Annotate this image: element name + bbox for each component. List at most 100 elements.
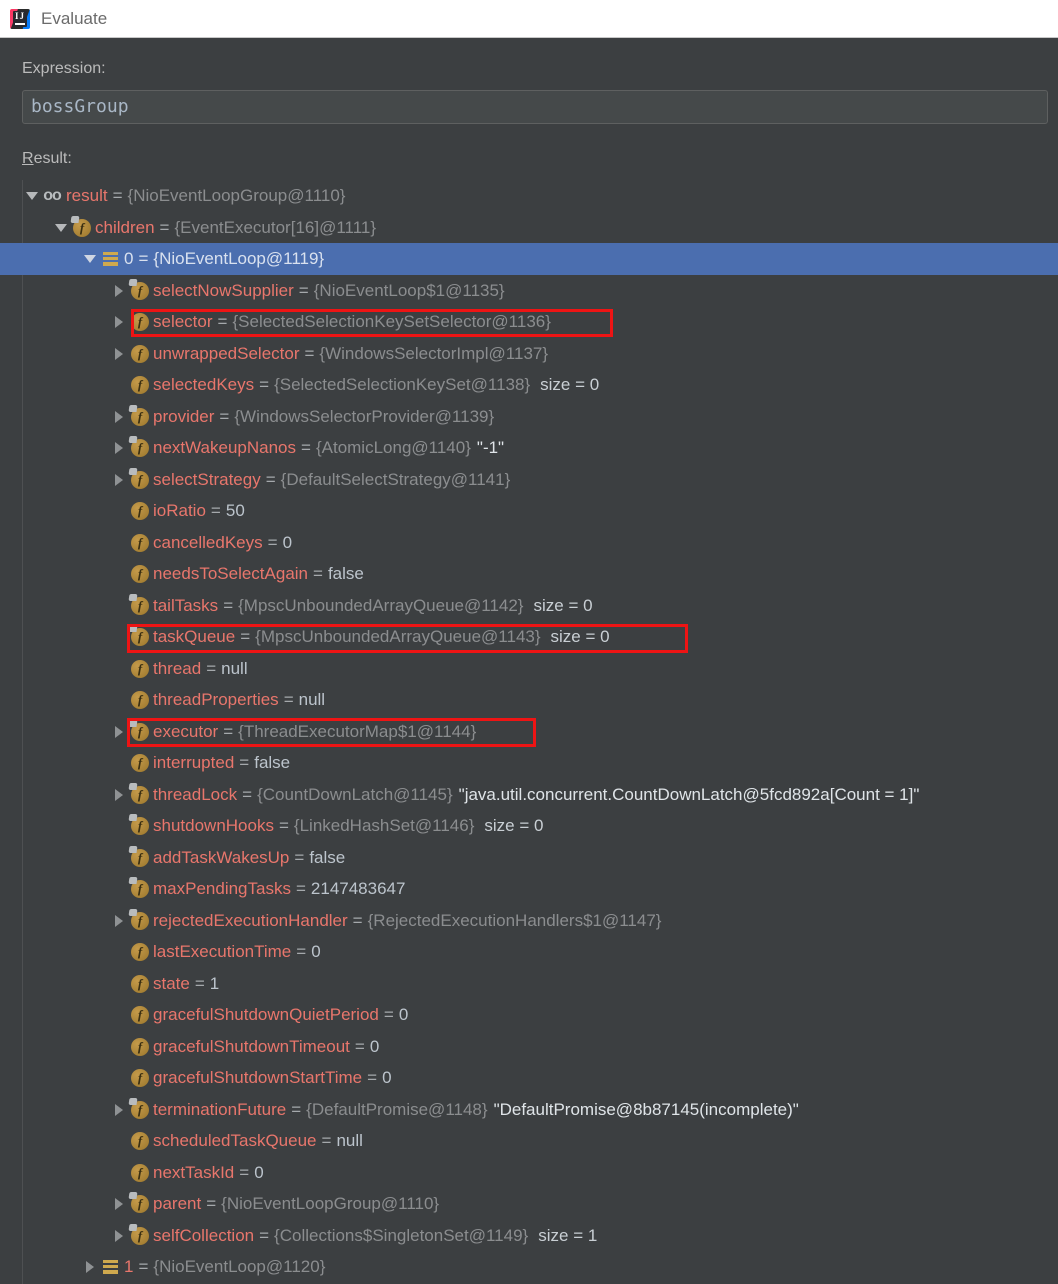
tree-arrow-spacer — [111, 1125, 128, 1157]
tree-row[interactable]: nextWakeupNanos={AtomicLong@1140} "-1" — [0, 432, 1058, 464]
chevron-right-icon[interactable] — [111, 1188, 128, 1220]
chevron-right-icon[interactable] — [111, 1220, 128, 1252]
tree-row-equals: = — [367, 1068, 378, 1087]
tree-row-equals: = — [217, 312, 228, 331]
tree-row[interactable]: tailTasks={MpscUnboundedArrayQueue@1142}… — [0, 590, 1058, 622]
tree-row[interactable]: cancelledKeys=0 — [0, 527, 1058, 559]
tree-row-equals: = — [283, 690, 294, 709]
tree-row[interactable]: gracefulShutdownTimeout=0 — [0, 1031, 1058, 1063]
watch-icon — [41, 180, 63, 212]
result-label-text: esult: — [33, 150, 72, 167]
chevron-right-icon[interactable] — [111, 401, 128, 433]
tree-row-name: 0 — [124, 249, 134, 268]
chevron-right-icon[interactable] — [111, 779, 128, 811]
expression-input[interactable]: bossGroup — [22, 90, 1048, 124]
tree-row-string-value: "java.util.concurrent.CountDownLatch@5fc… — [458, 784, 920, 804]
result-tree[interactable]: result={NioEventLoopGroup@1110}children=… — [0, 180, 1058, 1284]
chevron-right-icon[interactable] — [111, 432, 128, 464]
chevron-right-icon[interactable] — [82, 1251, 99, 1283]
tree-row-value: 0 — [369, 1036, 380, 1056]
tree-row[interactable]: gracefulShutdownQuietPeriod=0 — [0, 999, 1058, 1031]
field-final-icon — [128, 432, 150, 464]
tree-row-equals: = — [138, 1257, 149, 1276]
tree-row[interactable]: selectedKeys={SelectedSelectionKeySet@11… — [0, 369, 1058, 401]
array-element-icon — [99, 1251, 121, 1283]
tree-row-equals: = — [259, 375, 270, 394]
chevron-down-icon[interactable] — [24, 180, 41, 212]
tree-row-name: lastExecutionTime — [153, 942, 292, 961]
tree-row[interactable]: terminationFuture={DefaultPromise@1148}"… — [0, 1094, 1058, 1126]
tree-row-equals: = — [259, 1225, 270, 1245]
tree-row[interactable]: selectStrategy={DefaultSelectStrategy@11… — [0, 464, 1058, 496]
field-icon — [128, 684, 150, 716]
tree-row[interactable]: result={NioEventLoopGroup@1110} — [0, 180, 1058, 212]
tree-row[interactable]: maxPendingTasks=2147483647 — [0, 873, 1058, 905]
tree-row-name: selectStrategy — [153, 469, 261, 489]
tree-row[interactable]: addTaskWakesUp=false — [0, 842, 1058, 874]
tree-row[interactable]: threadProperties=null — [0, 684, 1058, 716]
tree-row-equals: = — [294, 847, 305, 867]
chevron-right-icon[interactable] — [111, 1094, 128, 1126]
tree-row-name: nextWakeupNanos — [153, 438, 297, 457]
chevron-right-icon[interactable] — [111, 306, 128, 338]
tree-row[interactable]: needsToSelectAgain=false — [0, 558, 1058, 590]
tree-row[interactable]: gracefulShutdownStartTime=0 — [0, 1062, 1058, 1094]
tree-row-type: {NioEventLoop@1119} — [153, 249, 325, 268]
tree-row[interactable]: selfCollection={Collections$SingletonSet… — [0, 1220, 1058, 1252]
tree-arrow-spacer — [111, 590, 128, 622]
field-icon — [128, 1062, 150, 1094]
chevron-right-icon[interactable] — [111, 464, 128, 496]
tree-row[interactable]: provider={WindowsSelectorProvider@1139} — [0, 401, 1058, 433]
tree-arrow-spacer — [111, 558, 128, 590]
field-icon — [128, 936, 150, 968]
tree-row-name: nextTaskId — [153, 1162, 235, 1182]
tree-row[interactable]: children={EventExecutor[16]@1111} — [0, 212, 1058, 244]
tree-row[interactable]: executor={ThreadExecutorMap$1@1144} — [0, 716, 1058, 748]
tree-row[interactable]: selector={SelectedSelectionKeySetSelecto… — [0, 306, 1058, 338]
tree-row-equals: = — [210, 501, 221, 520]
field-final-icon — [128, 464, 150, 496]
field-icon — [128, 527, 150, 559]
tree-row[interactable]: threadLock={CountDownLatch@1145}"java.ut… — [0, 779, 1058, 811]
chevron-down-icon[interactable] — [53, 212, 70, 244]
tree-row-equals: = — [291, 1099, 302, 1119]
result-label: Result: — [22, 150, 72, 168]
tree-row[interactable]: unwrappedSelector={WindowsSelectorImpl@1… — [0, 338, 1058, 370]
tree-row[interactable]: ioRatio=50 — [0, 495, 1058, 527]
tree-row[interactable]: selectNowSupplier={NioEventLoop$1@1135} — [0, 275, 1058, 307]
tree-row-name: interrupted — [153, 753, 235, 772]
field-final-icon — [128, 1220, 150, 1252]
tree-arrow-spacer — [111, 369, 128, 401]
tree-row-value: 0 — [398, 1005, 409, 1024]
tree-row[interactable]: 0 = {NioEventLoop@1119} — [0, 243, 1058, 275]
tree-row-name: addTaskWakesUp — [153, 847, 290, 867]
field-final-icon — [128, 779, 150, 811]
chevron-right-icon[interactable] — [111, 275, 128, 307]
chevron-right-icon[interactable] — [111, 905, 128, 937]
chevron-right-icon[interactable] — [111, 338, 128, 370]
tree-row-name: cancelledKeys — [153, 532, 263, 552]
tree-row-type: {SelectedSelectionKeySetSelector@1136} — [232, 312, 551, 331]
tree-row[interactable]: state=1 — [0, 968, 1058, 1000]
tree-row[interactable]: shutdownHooks={LinkedHashSet@1146} size =… — [0, 810, 1058, 842]
tree-row-name: terminationFuture — [153, 1099, 287, 1119]
tree-row-value: 1 — [209, 973, 220, 993]
tree-row[interactable]: nextTaskId=0 — [0, 1157, 1058, 1189]
tree-row[interactable]: parent={NioEventLoopGroup@1110} — [0, 1188, 1058, 1220]
chevron-right-icon[interactable] — [111, 716, 128, 748]
field-icon — [128, 306, 150, 338]
tree-row[interactable]: rejectedExecutionHandler={RejectedExecut… — [0, 905, 1058, 937]
tree-row-type: {MpscUnboundedArrayQueue@1142} — [238, 595, 524, 615]
tree-row[interactable]: 1 = {NioEventLoop@1120} — [0, 1251, 1058, 1283]
tree-arrow-spacer — [111, 936, 128, 968]
tree-row[interactable]: taskQueue={MpscUnboundedArrayQueue@1143}… — [0, 621, 1058, 653]
tree-row[interactable]: scheduledTaskQueue=null — [0, 1125, 1058, 1157]
tree-row-value: null — [336, 1131, 363, 1150]
tree-row-name: selector — [153, 312, 213, 331]
tree-row-name: unwrappedSelector — [153, 343, 300, 363]
chevron-down-icon[interactable] — [82, 243, 99, 275]
tree-row[interactable]: lastExecutionTime=0 — [0, 936, 1058, 968]
tree-row[interactable]: thread=null — [0, 653, 1058, 685]
tree-row[interactable]: interrupted=false — [0, 747, 1058, 779]
tree-row-equals: = — [295, 879, 306, 898]
